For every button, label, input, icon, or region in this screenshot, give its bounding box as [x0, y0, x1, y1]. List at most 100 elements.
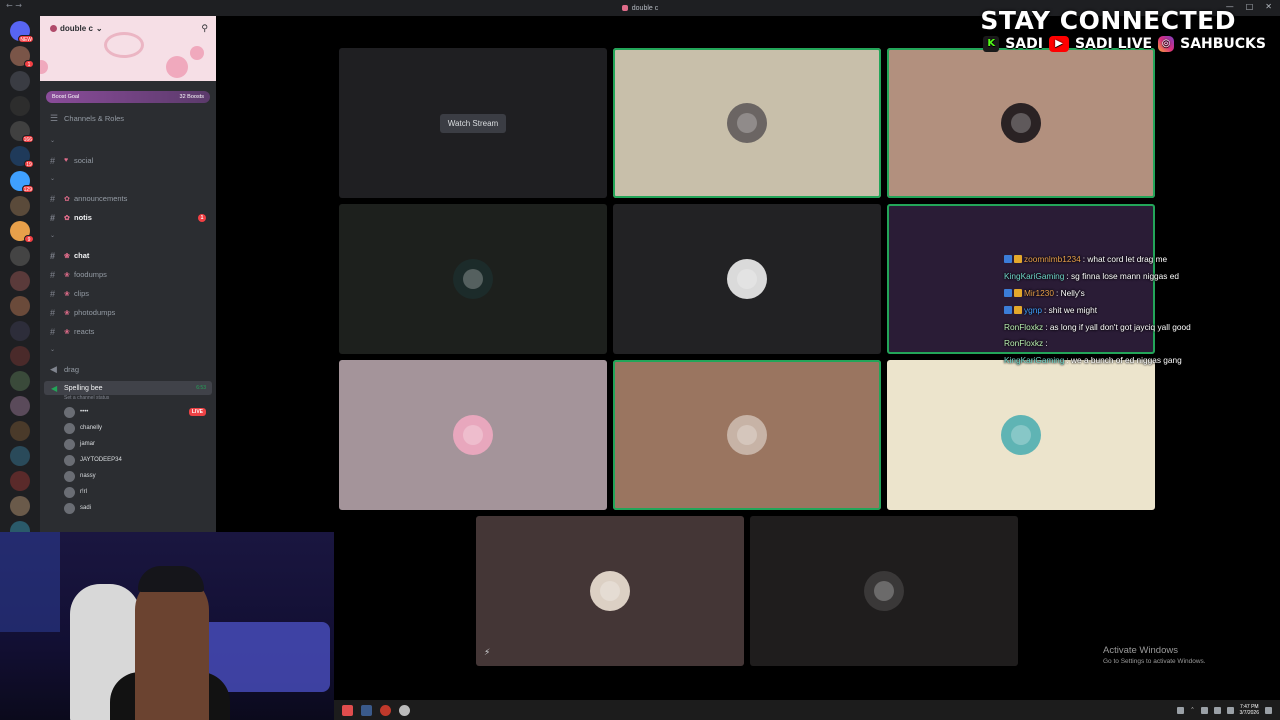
server-icon[interactable]: 1	[10, 46, 34, 68]
server-icon[interactable]	[10, 471, 30, 491]
bow-icon: ✿	[64, 214, 70, 222]
chevron-up-icon[interactable]: ⌃	[1190, 707, 1194, 713]
channel-foodumps[interactable]: # ❀ foodumps	[40, 265, 216, 284]
voice-user-name: jamar	[80, 441, 96, 447]
voice-user[interactable]: sadi	[40, 500, 216, 516]
chat-text: : Nelly's	[1055, 287, 1085, 298]
stream-chat-overlay: zoomnlmb1234: what cord let drag me KingK…	[1004, 251, 1280, 369]
server-icon[interactable]	[10, 296, 30, 316]
voice-user[interactable]: r!rl	[40, 484, 216, 500]
blossom-decoration	[166, 56, 188, 78]
server-icon[interactable]	[10, 321, 30, 341]
server-badge-icon	[50, 25, 57, 32]
voice-user[interactable]: JAYTODEEP34	[40, 452, 216, 468]
blossom-decoration	[40, 60, 48, 74]
invite-icon[interactable]: ⚲	[201, 24, 208, 34]
participant-tile[interactable]	[887, 360, 1155, 510]
server-icon[interactable]: 19	[10, 146, 34, 168]
participant-tile[interactable]	[613, 204, 881, 354]
server-icon[interactable]	[10, 71, 30, 91]
channel-sidebar: double c ⌄ ⚲ Boost Goal 32 Boosts ☰ Channe…	[40, 16, 216, 532]
server-icon[interactable]	[10, 346, 30, 366]
voice-user[interactable]: •••• LIVE	[40, 404, 216, 420]
server-icon[interactable]	[10, 421, 30, 441]
server-icon[interactable]: 166	[10, 121, 34, 143]
stream-tile[interactable]: Watch Stream	[339, 48, 607, 198]
channel-announcements[interactable]: # ✿ announcements	[40, 189, 216, 208]
channel-status-hint[interactable]: Set a channel status	[40, 395, 216, 404]
blossom-decoration	[190, 46, 204, 60]
chat-text: : sg finna lose mann niggas ed	[1066, 271, 1179, 282]
notifications-icon[interactable]	[1265, 706, 1272, 714]
server-icon[interactable]	[10, 446, 30, 466]
server-icon[interactable]	[10, 396, 30, 416]
volume-icon[interactable]	[1213, 706, 1221, 714]
voice-user-name: nassy	[80, 473, 96, 479]
boost-count: 32 Boosts	[179, 94, 204, 100]
back-forward-icon[interactable]: ← →	[6, 1, 22, 10]
avatar	[64, 486, 75, 498]
network-icon[interactable]	[1200, 706, 1208, 714]
participant-tile[interactable]	[339, 204, 607, 354]
server-icon[interactable]: 9	[10, 221, 34, 243]
server-icon[interactable]	[10, 521, 30, 532]
app-icon[interactable]	[399, 704, 410, 716]
clock[interactable]: 7:47 PM 3/7/2026	[1240, 704, 1259, 716]
participant-tile[interactable]	[887, 48, 1155, 198]
channel-social[interactable]: # ♥ social	[40, 151, 216, 170]
close-icon[interactable]: ✕	[1265, 2, 1272, 11]
category-header[interactable]: ⌄	[40, 170, 216, 189]
server-icon[interactable]: 129	[10, 171, 34, 193]
streamer-cap	[138, 566, 204, 592]
chevron-down-icon: ⌄	[95, 24, 103, 33]
chat-username: KingKariGaming	[1004, 271, 1065, 282]
voice-user[interactable]: chanelly	[40, 420, 216, 436]
channels-roles[interactable]: ☰ Channels & Roles	[40, 109, 216, 128]
hash-icon: #	[50, 193, 56, 204]
hash-icon: #	[50, 288, 56, 299]
obs-icon[interactable]	[380, 704, 391, 716]
boost-goal-bar[interactable]: Boost Goal 32 Boosts	[46, 91, 210, 103]
taskbar: ⌃ 7:47 PM 3/7/2026	[334, 700, 1280, 720]
category-header[interactable]: ⌄	[40, 132, 216, 151]
server-icon[interactable]	[10, 271, 30, 291]
keyboard-icon[interactable]	[1177, 706, 1185, 714]
channel-notis[interactable]: # ✿ notis 1	[40, 208, 216, 227]
social-handle: SADI	[1005, 36, 1043, 52]
voice-user[interactable]: jamar	[40, 436, 216, 452]
channel-clips[interactable]: # ❀ clips	[40, 284, 216, 303]
screen: ← → double c — □ ✕ NEW 1 166 19 129 9 double …	[0, 0, 1280, 720]
channel-photodumps[interactable]: # ❀ photodumps	[40, 303, 216, 322]
participant-tile[interactable]	[613, 48, 881, 198]
server-icon[interactable]: NEW	[10, 21, 34, 43]
watch-stream-button[interactable]: Watch Stream	[439, 113, 507, 133]
category-header[interactable]: ⌄	[40, 341, 216, 360]
steam-icon[interactable]	[361, 704, 372, 716]
chat-message: Mir1230: Nelly's	[1004, 285, 1280, 302]
participant-tile[interactable]	[339, 360, 607, 510]
avatar	[590, 571, 630, 611]
server-icon[interactable]	[10, 196, 30, 216]
category-header[interactable]: ⌄	[40, 227, 216, 246]
channel-chat[interactable]: # ❀ chat	[40, 246, 216, 265]
maximize-icon[interactable]: □	[1246, 2, 1254, 11]
flower-icon: ❀	[64, 328, 70, 336]
channel-reacts[interactable]: # ❀ reacts	[40, 322, 216, 341]
server-icon[interactable]	[10, 496, 30, 516]
server-icon[interactable]	[10, 246, 30, 266]
server-banner[interactable]: double c ⌄ ⚲	[40, 16, 216, 81]
voice-user[interactable]: nassy	[40, 468, 216, 484]
server-icon[interactable]	[10, 96, 30, 116]
voice-channel-drag[interactable]: ◀ drag	[40, 360, 216, 379]
server-name[interactable]: double c ⌄	[50, 24, 103, 33]
battery-icon[interactable]	[1226, 706, 1234, 714]
unread-badge: 1	[24, 60, 34, 68]
participant-tile[interactable]: ⚡	[476, 516, 744, 666]
avatar	[727, 415, 767, 455]
server-icon[interactable]	[10, 371, 30, 391]
app-icon[interactable]	[342, 704, 353, 716]
instagram-icon: ◎	[1158, 36, 1175, 52]
participant-tile[interactable]	[613, 360, 881, 510]
voice-channel-active[interactable]: ◀ Spelling bee 6:53	[44, 381, 212, 395]
participant-tile[interactable]	[750, 516, 1018, 666]
